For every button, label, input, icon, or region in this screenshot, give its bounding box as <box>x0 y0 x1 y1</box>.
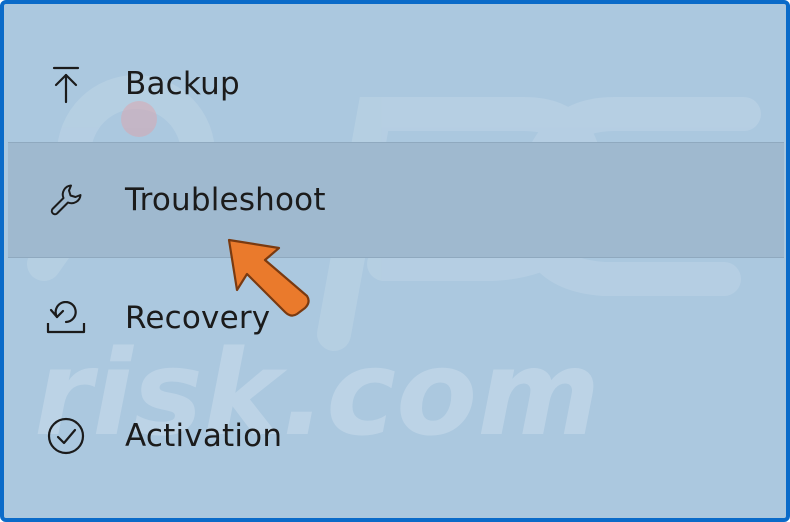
settings-menu: Backup Troubleshoot Recovery Activation <box>8 8 784 514</box>
check-circle-icon <box>44 414 88 458</box>
recovery-icon <box>44 296 88 340</box>
pointer-arrow-icon <box>227 238 310 317</box>
menu-item-label-troubleshoot: Troubleshoot <box>125 182 326 218</box>
wrench-icon <box>44 178 88 222</box>
menu-item-label-backup: Backup <box>125 66 240 102</box>
menu-item-backup[interactable]: Backup <box>8 26 784 142</box>
upload-arrow-icon <box>44 62 88 106</box>
settings-panel-frame: risk.com Backup Troubleshoot Recovery Ac… <box>0 0 790 522</box>
menu-item-troubleshoot[interactable]: Troubleshoot <box>8 142 784 258</box>
menu-item-recovery[interactable]: Recovery <box>8 260 784 376</box>
menu-item-label-activation: Activation <box>125 418 283 454</box>
menu-item-activation[interactable]: Activation <box>8 378 784 494</box>
